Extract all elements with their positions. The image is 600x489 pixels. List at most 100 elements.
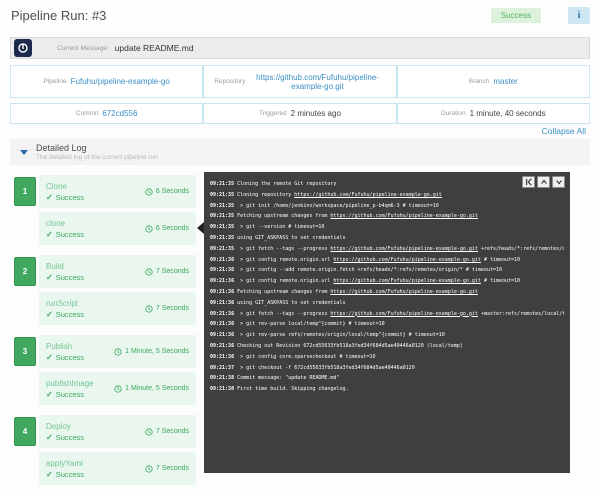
log-link[interactable]: https://github.com/Fufuhu/pipeline-examp… [333,257,481,263]
stage-group: 4Deploy✓Success7 Seconds applyYaml✓Succes… [14,415,196,485]
step-card-duration-label: 6 Seconds [156,225,189,232]
detailed-log-header[interactable]: Detailed Log The detailed log of the cur… [10,139,590,165]
step-card-duration: 7 Seconds [145,305,189,313]
log-text: > git fetch --tags --progress [237,246,330,252]
console-controls [522,176,565,188]
log-timestamp: 09:21:35 [210,224,234,230]
step-card[interactable]: applyYaml✓Success7 Seconds [39,452,196,485]
stage-card-duration: 1 Minute, 5 Seconds [114,348,189,356]
log-text: Cloning repository [237,192,294,198]
check-icon: ✓ [46,390,53,399]
log-line: 09:21:35Cloning the remote Git repositor… [210,179,564,190]
check-icon: ✓ [46,273,53,282]
log-text: using GIT_ASKPASS to set credentials [237,300,345,306]
chevron-down-icon [555,178,563,186]
log-line: 09:21:36Fetching upstream changes from h… [210,287,564,298]
log-line: 09:21:36 > git config remote.origin.url … [210,276,564,287]
step-card-duration: 6 Seconds [145,225,189,233]
meta-cell-duration: Duration 1 minute, 40 seconds [396,104,589,123]
log-link[interactable]: https://github.com/Fufuhu/pipeline-examp… [330,213,478,219]
stage-card[interactable]: Clone✓Success6 Seconds [39,175,196,208]
clock-icon [145,305,153,313]
info-button[interactable]: i [568,7,590,24]
log-text: > git init /home/jenkins/workspace/pipel… [237,203,439,209]
stage-card[interactable]: Publish✓Success1 Minute, 5 Seconds [39,335,196,368]
log-timestamp: 09:21:37 [210,365,234,371]
commit-label: Commit [76,110,98,117]
check-icon: ✓ [46,470,53,479]
scroll-up-button[interactable] [537,176,550,188]
stage-number-badge: 1 [14,177,36,206]
stage-number-badge: 4 [14,417,36,446]
log-line: 09:21:36Checking out Revision 672cd55633… [210,341,564,352]
log-timestamp: 09:21:35 [210,213,234,219]
stage-card-duration: 6 Seconds [145,188,189,196]
log-line: 09:21:38First time build. Skipping chang… [210,384,564,395]
stage-card-info: Build ✓Success [46,262,84,282]
stage-card-duration-label: 6 Seconds [156,188,189,195]
step-row: clone✓Success6 Seconds [39,212,196,245]
commit-link[interactable]: 672cd556 [102,109,137,118]
stage-card-status-label: Success [56,353,84,362]
check-icon: ✓ [46,310,53,319]
stage-card[interactable]: Deploy✓Success7 Seconds [39,415,196,448]
clock-icon [145,225,153,233]
log-link[interactable]: https://github.com/Fufuhu/pipeline-examp… [330,246,478,252]
log-timestamp: 09:21:36 [210,321,234,327]
log-text: Fetching upstream changes from [237,289,330,295]
step-row: applyYaml✓Success7 Seconds [39,452,196,485]
stage-card[interactable]: Build✓Success7 Seconds [39,255,196,288]
stage-list: 1Clone✓Success6 Secondsclone✓Success6 Se… [14,175,196,485]
log-line: 09:21:36using GIT_ASKPASS to set credent… [210,298,564,309]
step-card[interactable]: runScript ✓Success 7 Seconds [39,292,196,325]
stage-group: 2Build✓Success7 SecondsrunScript✓Success… [14,255,196,325]
log-link[interactable]: https://github.com/Fufuhu/pipeline-examp… [294,192,442,198]
log-line: 09:21:35 > git fetch --tags --progress h… [210,244,564,255]
log-text: Cloning the remote Git repository [237,181,336,187]
meta-cell-repository: Repository https://github.com/Fufuhu/pip… [202,66,395,97]
step-card-status-label: Success [56,310,84,319]
stage-card-status-label: Success [56,273,84,282]
stage-card-title: Clone [46,182,84,191]
log-line: 09:21:36 > git fetch --tags --progress h… [210,309,564,320]
log-timestamp: 09:21:36 [210,257,234,263]
log-text: Commit message: "update README.md" [237,375,339,381]
pipeline-meta-row-1: Pipeline Fufuhu/pipeline-example-go Repo… [10,65,590,98]
caret-down-icon [20,150,28,155]
pipeline-run-page: Pipeline Run: #3 Success i Current Messa… [0,0,600,489]
repository-link[interactable]: https://github.com/Fufuhu/pipeline-examp… [249,73,385,91]
stage-card-status-label: Success [56,193,84,202]
pipeline-link[interactable]: Fufuhu/pipeline-example-go [71,77,170,86]
step-card[interactable]: publishImage ✓Success 1 Minute, 5 Seconds [39,372,196,405]
step-card-status: ✓Success [46,310,84,319]
step-card-status-label: Success [56,390,84,399]
stage-row: 3Publish✓Success1 Minute, 5 Seconds [14,335,196,368]
step-row: publishImage ✓Success 1 Minute, 5 Seconds [39,372,196,405]
stage-card-title: Build [46,262,84,271]
scroll-to-start-button[interactable] [522,176,535,188]
branch-link[interactable]: master [493,77,517,86]
scroll-down-button[interactable] [552,176,565,188]
log-line: 09:21:37 > git checkout -f 672cd55633fb5… [210,363,564,374]
log-timestamp: 09:21:38 [210,386,234,392]
step-card-duration-label: 7 Seconds [156,305,189,312]
stage-group: 3Publish✓Success1 Minute, 5 Secondspubli… [14,335,196,405]
log-link[interactable]: https://github.com/Fufuhu/pipeline-examp… [333,278,481,284]
stage-group: 1Clone✓Success6 Secondsclone✓Success6 Se… [14,175,196,245]
step-card-title: runScript [46,299,84,308]
step-card-title: clone [46,219,84,228]
step-card[interactable]: clone✓Success6 Seconds [39,212,196,245]
log-timestamp: 09:21:35 [210,192,234,198]
stage-number-badge: 2 [14,257,36,286]
console-log[interactable]: 09:21:35Cloning the remote Git repositor… [204,172,570,473]
detailed-log-title: Detailed Log [36,143,158,153]
log-timestamp: 09:21:35 [210,235,234,241]
log-link[interactable]: https://github.com/Fufuhu/pipeline-examp… [330,311,478,317]
step-card-duration: 1 Minute, 5 Seconds [114,385,189,393]
log-text: +refs/heads/*:refs/remotes/origin/* [478,246,564,252]
log-link[interactable]: https://github.com/Fufuhu/pipeline-examp… [330,289,478,295]
collapse-all-link[interactable]: Collapse All [542,126,586,136]
clock-icon [145,428,153,436]
step-card-title: publishImage [46,379,94,388]
log-text: > git config core.sparsecheckout # timeo… [237,354,375,360]
